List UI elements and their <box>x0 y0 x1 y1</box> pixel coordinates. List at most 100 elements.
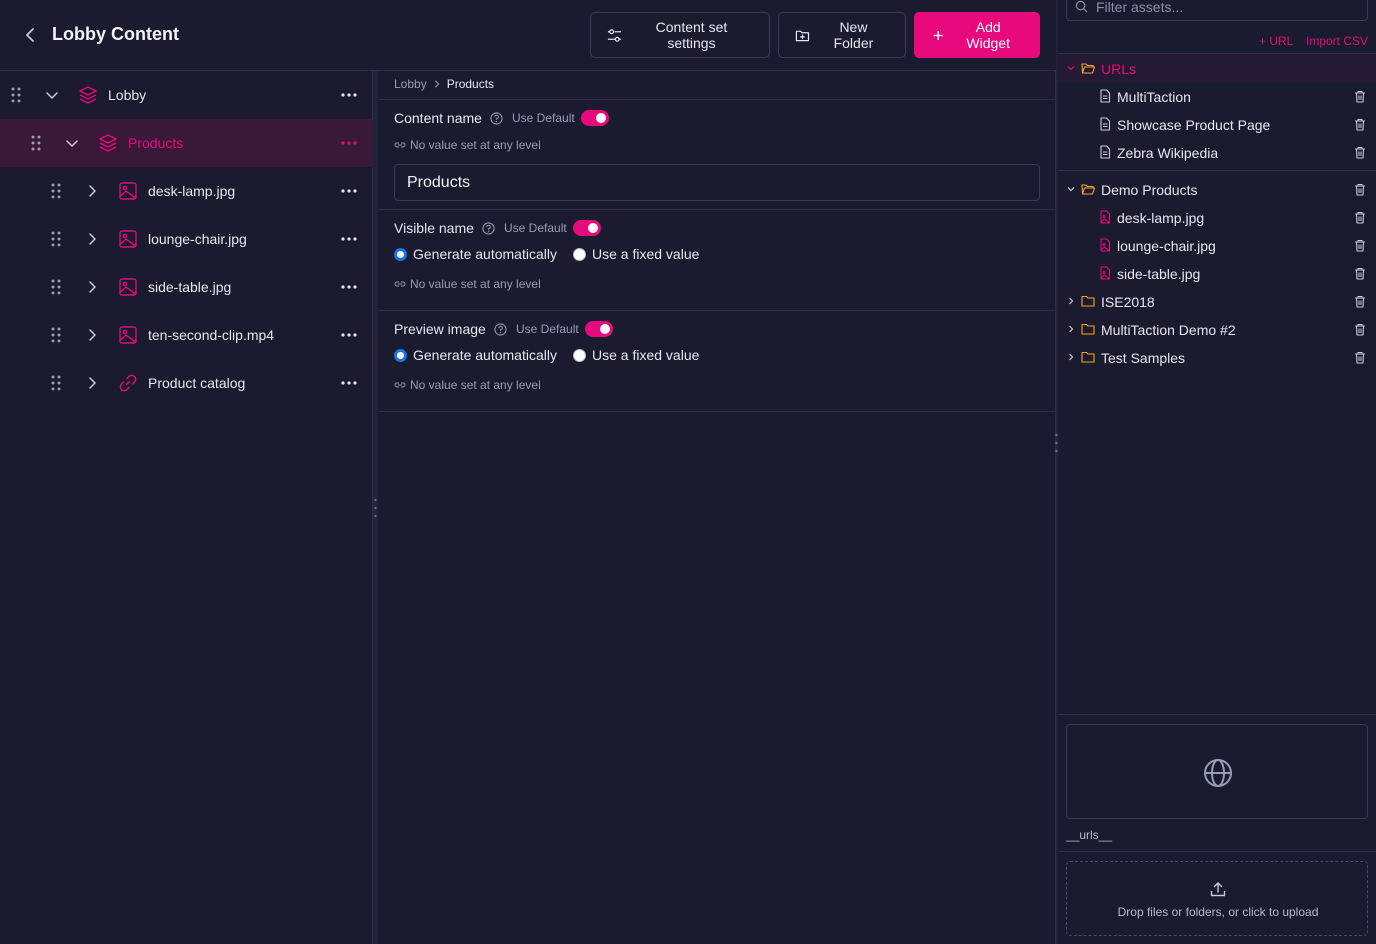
drag-handle-icon[interactable] <box>11 87 21 103</box>
chevron-right-icon[interactable] <box>85 328 99 342</box>
chevron-down-icon[interactable] <box>65 136 79 150</box>
more-icon[interactable] <box>340 327 358 343</box>
use-default-toggle[interactable] <box>573 220 601 236</box>
import-csv-link[interactable]: Import CSV <box>1306 34 1368 48</box>
content-set-settings-button[interactable]: Content set settings <box>590 12 770 58</box>
document-icon <box>1100 117 1111 131</box>
breadcrumb-root[interactable]: Lobby <box>394 77 427 91</box>
asset-file-lounge-chair[interactable]: lounge-chair.jpg <box>1058 231 1376 259</box>
asset-file-side-table[interactable]: side-table.jpg <box>1058 259 1376 287</box>
help-icon[interactable] <box>490 112 503 125</box>
drag-handle-icon[interactable] <box>31 135 41 151</box>
trash-icon[interactable] <box>1354 118 1366 131</box>
image-file-icon <box>1100 238 1111 252</box>
trash-icon[interactable] <box>1354 211 1366 224</box>
radio-unselected[interactable] <box>573 247 586 261</box>
chevron-down-icon[interactable] <box>1066 184 1076 194</box>
use-default-toggle[interactable] <box>581 110 609 126</box>
use-fixed-value-radio[interactable]: Use a fixed value <box>573 347 699 363</box>
tree-item-desk-lamp[interactable]: desk-lamp.jpg <box>0 167 373 215</box>
asset-label: Zebra Wikipedia <box>1117 145 1219 161</box>
radio-selected[interactable] <box>394 247 407 261</box>
trash-icon[interactable] <box>1354 267 1366 280</box>
asset-file-desk-lamp[interactable]: desk-lamp.jpg <box>1058 203 1376 231</box>
chevron-right-icon[interactable] <box>85 184 99 198</box>
add-url-link[interactable]: + URL <box>1259 34 1293 48</box>
asset-label: lounge-chair.jpg <box>1117 238 1216 254</box>
trash-icon[interactable] <box>1354 323 1366 336</box>
asset-label: Showcase Product Page <box>1117 117 1271 133</box>
generate-automatically-radio[interactable]: Generate automatically <box>394 246 557 262</box>
trash-icon[interactable] <box>1354 351 1366 364</box>
asset-folder-multitaction-demo-2[interactable]: MultiTaction Demo #2 <box>1058 315 1376 343</box>
splitter-grip-icon <box>374 498 377 518</box>
use-default-toggle[interactable] <box>585 321 613 337</box>
asset-folder-test-samples[interactable]: Test Samples <box>1058 343 1376 371</box>
trash-icon[interactable] <box>1354 146 1366 159</box>
tree-item-lounge-chair[interactable]: lounge-chair.jpg <box>0 215 373 263</box>
link-icon <box>394 382 406 388</box>
chevron-right-icon[interactable] <box>85 376 99 390</box>
add-widget-button[interactable]: Add Widget <box>914 12 1040 58</box>
tree-item-label: Lobby <box>108 87 147 103</box>
no-value-note: No value set at any level <box>394 277 541 291</box>
trash-icon[interactable] <box>1354 295 1366 308</box>
generate-automatically-radio[interactable]: Generate automatically <box>394 347 557 363</box>
more-icon[interactable] <box>340 231 358 247</box>
asset-url-zebra[interactable]: Zebra Wikipedia <box>1058 138 1376 166</box>
image-icon <box>119 230 137 248</box>
chevron-down-icon[interactable] <box>1066 63 1076 73</box>
layers-icon <box>99 134 117 152</box>
chevron-down-icon[interactable] <box>45 88 59 102</box>
asset-label: MultiTaction <box>1117 89 1191 105</box>
trash-icon[interactable] <box>1354 183 1366 196</box>
use-fixed-value-radio[interactable]: Use a fixed value <box>573 246 699 262</box>
folder-open-icon <box>1081 63 1095 74</box>
visible-name-label: Visible name <box>394 220 474 236</box>
more-icon[interactable] <box>340 279 358 295</box>
preview-image-label: Preview image <box>394 321 486 337</box>
filter-placeholder: Filter assets... <box>1096 0 1184 15</box>
help-icon[interactable] <box>482 222 495 235</box>
help-icon[interactable] <box>494 323 507 336</box>
content-name-input[interactable] <box>394 164 1040 201</box>
asset-url-showcase[interactable]: Showcase Product Page <box>1058 110 1376 138</box>
asset-folder-ise2018[interactable]: ISE2018 <box>1058 287 1376 315</box>
asset-url-multitaction[interactable]: MultiTaction <box>1058 82 1376 110</box>
more-icon[interactable] <box>340 87 358 103</box>
tree-item-products[interactable]: Products <box>0 119 373 167</box>
chevron-right-icon[interactable] <box>85 280 99 294</box>
back-icon[interactable] <box>20 24 40 46</box>
no-value-text: No value set at any level <box>410 378 541 392</box>
radio-selected[interactable] <box>394 348 407 362</box>
chevron-right-icon[interactable] <box>85 232 99 246</box>
chevron-right-icon[interactable] <box>1066 296 1076 306</box>
drag-handle-icon[interactable] <box>51 375 61 391</box>
more-icon[interactable] <box>340 375 358 391</box>
drag-handle-icon[interactable] <box>51 327 61 343</box>
trash-icon[interactable] <box>1354 239 1366 252</box>
layers-icon <box>79 86 97 104</box>
chevron-right-icon[interactable] <box>1066 324 1076 334</box>
tree-item-ten-second-clip[interactable]: ten-second-clip.mp4 <box>0 311 373 359</box>
filter-assets-input[interactable]: Filter assets... <box>1066 0 1368 21</box>
use-default-label: Use Default <box>512 111 575 125</box>
upload-dropzone[interactable]: Drop files or folders, or click to uploa… <box>1066 861 1368 936</box>
drag-handle-icon[interactable] <box>51 231 61 247</box>
asset-folder-urls[interactable]: URLs <box>1058 54 1376 82</box>
radio-unselected[interactable] <box>573 348 586 362</box>
chevron-right-icon[interactable] <box>1066 352 1076 362</box>
tree-item-product-catalog[interactable]: Product catalog <box>0 359 373 407</box>
asset-folder-demo-products[interactable]: Demo Products <box>1058 175 1376 203</box>
document-icon <box>1100 145 1111 159</box>
drag-handle-icon[interactable] <box>51 183 61 199</box>
more-icon[interactable] <box>340 183 358 199</box>
tree-item-lobby[interactable]: Lobby <box>0 71 373 119</box>
asset-label: MultiTaction Demo #2 <box>1101 322 1236 338</box>
tree-item-side-table[interactable]: side-table.jpg <box>0 263 373 311</box>
more-icon[interactable] <box>340 135 358 151</box>
add-widget-label: Add Widget <box>966 19 1010 51</box>
drag-handle-icon[interactable] <box>51 279 61 295</box>
trash-icon[interactable] <box>1354 90 1366 103</box>
new-folder-button[interactable]: New Folder <box>778 12 906 58</box>
